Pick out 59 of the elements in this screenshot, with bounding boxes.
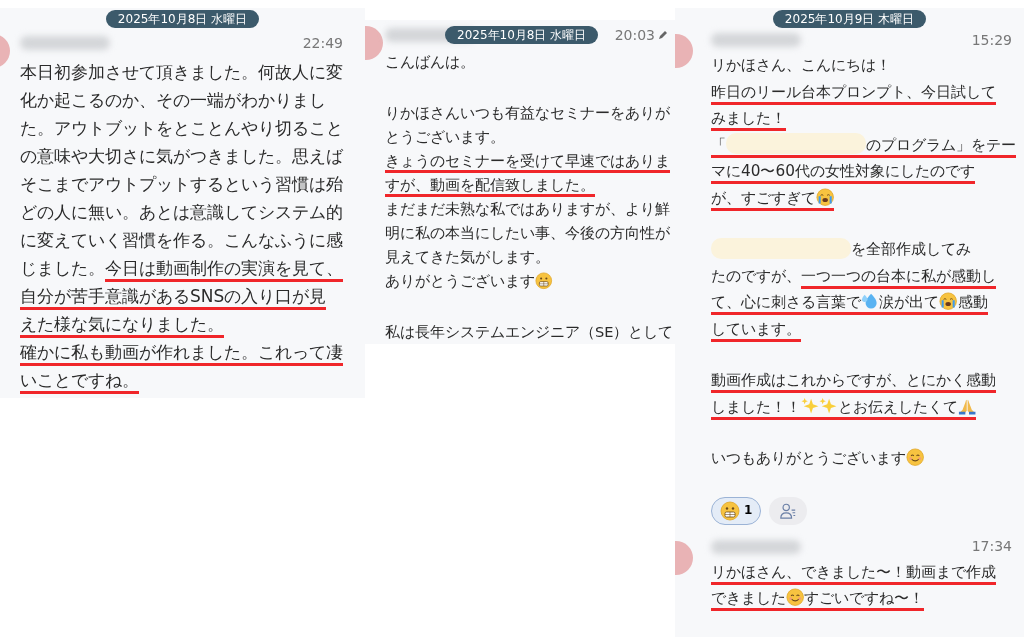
message-text: 感動 xyxy=(957,293,988,315)
message-text: そこまでアウトプットするという習慣は殆 xyxy=(20,174,343,194)
message-text: 化か起こるのか、その一端がわかりまし xyxy=(20,90,326,110)
message-text: リかほさん、できました〜！動画まで作成 xyxy=(711,562,996,585)
message-text: リかほさん、こんにちは！ xyxy=(711,56,891,74)
message-text: しています。 xyxy=(711,319,801,342)
message-text: えた様な気になりました。 xyxy=(20,314,224,338)
message-text: 見えてきた気がします。 xyxy=(385,248,550,265)
message-time: 20:03 xyxy=(614,26,655,45)
water-drops-icon xyxy=(861,292,880,311)
message-text: すが、動画を配信致しました。 xyxy=(385,176,595,197)
message-text: じました。 xyxy=(20,258,105,278)
message-text: まだまだ未熟な私ではありますが、より鮮 xyxy=(385,200,670,217)
message-text: 動画作成はこれからですが、とにかく感動 xyxy=(711,371,996,393)
person-icon xyxy=(779,501,798,520)
message-text: 明に私の本当にしたい事、今後の方向性が xyxy=(385,224,670,241)
smiling-emoji-icon xyxy=(906,448,925,467)
message-text: 自分が苦手意識があるSNSの入り口が見 xyxy=(20,286,327,310)
date-badge: 2025年10月9日 木曜日 xyxy=(772,10,927,28)
grimacing-emoji-icon xyxy=(535,272,553,290)
add-reaction-button[interactable] xyxy=(769,496,808,525)
message-text: 昨日のリール台本プロンプト、今日試して xyxy=(711,82,996,105)
message-text: を全部作成してみ xyxy=(851,240,971,258)
message-text: が、すごすぎて xyxy=(711,188,816,211)
message-text: 今日は動画制作の実演を見て、 xyxy=(105,258,343,282)
message-text: いつもありがとうございます xyxy=(711,449,906,467)
message-text: りかほさんいつも有益なセミナーをありが xyxy=(385,104,670,121)
smiling-emoji-icon xyxy=(786,588,805,607)
grimacing-emoji-icon xyxy=(720,500,740,521)
message-time: 22:49 xyxy=(302,34,343,53)
message-text: マに40〜60代の女性対象にしたのです xyxy=(711,162,975,184)
message-text: できました xyxy=(711,589,786,611)
crying-emoji-icon xyxy=(816,187,835,207)
message-text: こんばんは。 xyxy=(385,53,475,70)
message-text: た。アウトブットをとことんやり切ること xyxy=(20,118,343,138)
message-text: ありがとうございます xyxy=(385,272,535,289)
message-text: これって凄 xyxy=(258,342,343,366)
message-text: たのですが、 xyxy=(711,266,801,285)
message-text: どの人に無い。あとは意識してシステム的 xyxy=(20,202,343,222)
message-text: に変えていく習慣を作る。こんなふうに感 xyxy=(20,230,343,250)
reaction-chip[interactable]: 1 xyxy=(711,496,762,525)
date-badge: 2025年10月8日 水曜日 xyxy=(105,10,260,28)
message-text: の意味や大切さに気がつきました。思えば xyxy=(20,146,343,166)
message-time: 15:29 xyxy=(971,30,1012,50)
message-text: 本日初参加させて頂きました。何故人に変 xyxy=(20,62,343,82)
message-text: すごいですね〜！ xyxy=(804,589,925,611)
message-text: いことですね。 xyxy=(20,370,139,394)
message-text: 一つ一つの台本に私が感動し xyxy=(801,266,996,289)
message-text: 私は長年システムエンジニア（SE）として xyxy=(385,323,674,340)
date-badge: 2025年10月8日 水曜日 xyxy=(445,26,599,44)
message-text: とうございます。 xyxy=(385,128,505,145)
message-text: しました！！ xyxy=(711,397,801,420)
message-text: て、心に刺さる言葉で xyxy=(711,293,861,315)
message-text: のプログラム」をテー xyxy=(866,135,1016,158)
message-text: とお伝えしたくて xyxy=(837,397,958,420)
message-time: 17:34 xyxy=(971,537,1012,557)
message-text: 確かに私も動画が作れました。 xyxy=(20,342,258,366)
crying-emoji-icon xyxy=(939,292,958,311)
message-text: きょうのセミナーを受けて早速ではありま xyxy=(385,152,670,173)
